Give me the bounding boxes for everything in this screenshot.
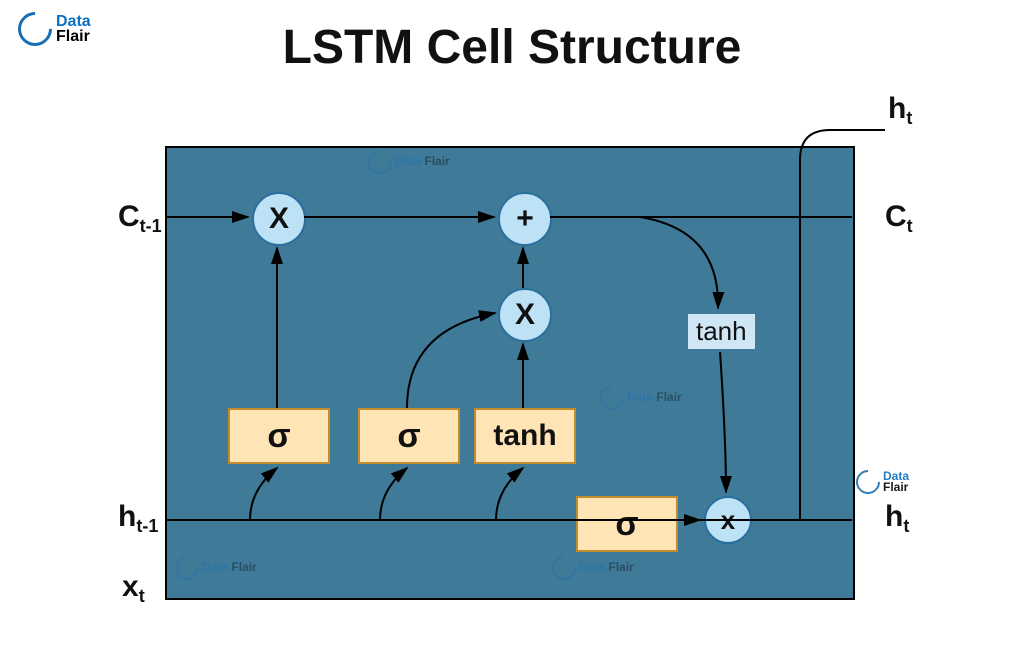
output-gate-sigma: σ bbox=[576, 496, 678, 552]
label-h-prev: ht-1 bbox=[118, 500, 158, 534]
forget-gate-sigma: σ bbox=[228, 408, 330, 464]
diagram-title: LSTM Cell Structure bbox=[283, 20, 742, 75]
tanh-output-box: tanh bbox=[686, 312, 757, 351]
label-h-t-top: ht bbox=[888, 92, 912, 126]
label-h-t-side: ht bbox=[885, 500, 909, 534]
add-op: + bbox=[498, 192, 552, 246]
candidate-tanh: tanh bbox=[474, 408, 576, 464]
forget-multiply-op: X bbox=[252, 192, 306, 246]
logo-icon bbox=[11, 5, 59, 53]
watermark-5: DataFlair bbox=[856, 470, 909, 494]
input-gate-sigma: σ bbox=[358, 408, 460, 464]
label-c-t: Ct bbox=[885, 200, 913, 234]
input-multiply-op: X bbox=[498, 288, 552, 342]
brand-logo: Data Flair bbox=[18, 12, 91, 46]
output-multiply-op: x bbox=[704, 496, 752, 544]
label-x-t: xt bbox=[122, 570, 145, 604]
label-c-prev: Ct-1 bbox=[118, 200, 162, 234]
logo-text: Data Flair bbox=[56, 14, 91, 44]
